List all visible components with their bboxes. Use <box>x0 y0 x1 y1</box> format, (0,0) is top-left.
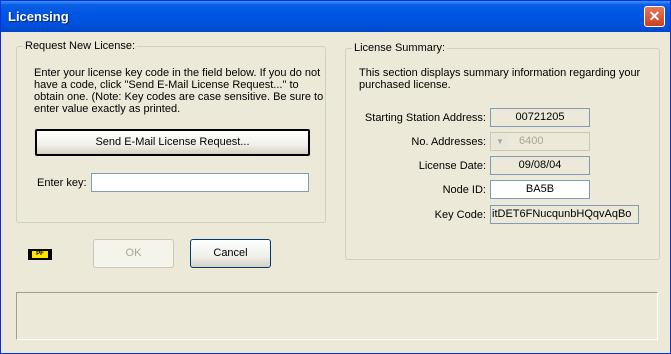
licensing-dialog: Licensing ✕ Request New License: Enter y… <box>0 0 671 354</box>
no-addresses-label: No. Addresses: <box>411 136 486 148</box>
request-license-legend: Request New License: <box>23 40 138 52</box>
chevron-down-icon: ▼ <box>492 134 508 149</box>
window-title: Licensing <box>8 9 69 24</box>
chip-logo-icon: PF <box>28 249 52 260</box>
enter-key-input[interactable] <box>91 173 309 192</box>
starting-station-value: 00721205 <box>490 108 590 127</box>
no-addresses-value: 6400 <box>519 135 544 147</box>
no-addresses-select: ▼ 6400 <box>490 132 590 151</box>
instructions-text: Enter your license key code in the field… <box>34 67 324 115</box>
license-summary-legend: License Summary: <box>352 42 448 54</box>
starting-station-label: Starting Station Address: <box>364 112 486 124</box>
cancel-button[interactable]: Cancel <box>190 239 271 268</box>
ok-button[interactable]: OK <box>93 239 174 268</box>
node-id-value: BA5B <box>490 180 590 199</box>
key-code-label: Key Code: <box>434 209 486 221</box>
close-icon[interactable]: ✕ <box>644 6 665 27</box>
node-id-label: Node ID: <box>442 184 486 196</box>
license-date-label: License Date: <box>418 160 486 172</box>
license-summary-group: License Summary: This section displays s… <box>345 42 660 260</box>
key-code-value: itDET6FNucqunbHQqvAqBo <box>490 205 639 224</box>
status-area <box>16 292 658 340</box>
summary-description: This section displays summary informatio… <box>359 67 641 91</box>
enter-key-label: Enter key: <box>37 177 87 189</box>
request-license-group: Request New License: Enter your license … <box>16 40 326 223</box>
send-email-request-button[interactable]: Send E-Mail License Request... <box>35 129 310 156</box>
license-date-value: 09/08/04 <box>490 156 590 175</box>
title-bar: Licensing ✕ <box>1 1 670 32</box>
